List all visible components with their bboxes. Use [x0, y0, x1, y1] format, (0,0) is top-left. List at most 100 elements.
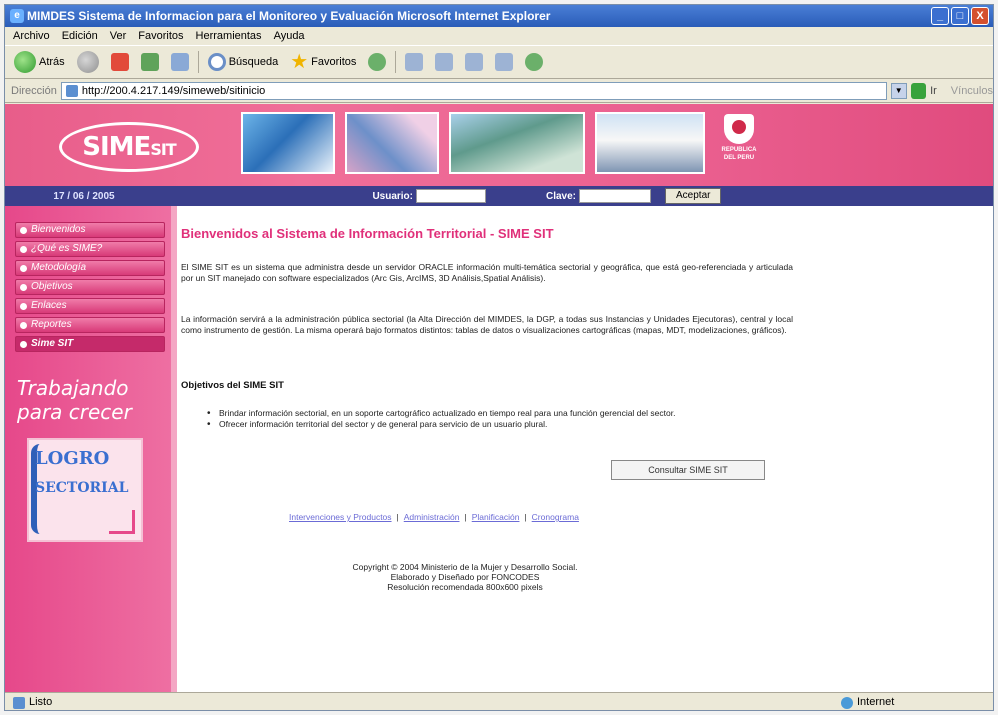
mail-button[interactable] — [402, 49, 426, 75]
status-text: Listo — [29, 696, 53, 708]
stop-button[interactable] — [108, 49, 132, 75]
toolbar-separator — [197, 51, 199, 73]
nav-label: ¿Qué es SIME? — [31, 243, 103, 254]
link-administracion[interactable]: Administración — [404, 512, 460, 522]
password-label: Clave: — [545, 190, 576, 202]
menu-ver[interactable]: Ver — [110, 27, 127, 45]
close-button[interactable]: X — [971, 7, 989, 25]
stairs-icon — [109, 510, 135, 534]
toolbar-separator — [395, 51, 397, 73]
crest-text: REPUBLICA DEL PERU — [721, 147, 757, 161]
user-input[interactable] — [416, 189, 486, 203]
nav-label: Metodología — [31, 262, 87, 273]
search-button[interactable]: Búsqueda — [205, 49, 282, 75]
logo-sub: SIT — [150, 140, 176, 159]
link-planificacion[interactable]: Planificación — [472, 512, 520, 522]
logro-line-2: SECTORIAL — [35, 480, 129, 496]
minimize-button[interactable]: _ — [931, 7, 949, 25]
sime-sit-logo: SIMESIT — [59, 122, 199, 172]
accept-button[interactable]: Aceptar — [665, 188, 722, 204]
menu-bar: Archivo Edición Ver Favoritos Herramient… — [5, 27, 993, 45]
menu-ayuda[interactable]: Ayuda — [274, 27, 305, 45]
nav-label: Enlaces — [31, 300, 67, 311]
user-label: Usuario: — [372, 190, 413, 202]
history-button[interactable] — [365, 49, 389, 75]
refresh-button[interactable] — [138, 49, 162, 75]
zone-text: Internet — [857, 696, 895, 708]
window-controls: _ □ X — [931, 7, 989, 25]
bullet-icon — [20, 283, 27, 291]
objective-item: Ofrecer información territorial del sect… — [207, 419, 767, 430]
bullet-icon — [20, 302, 27, 310]
back-label: Atrás — [39, 56, 65, 68]
main-content: Bienvenidos al Sistema de Información Te… — [181, 206, 981, 692]
copyright: Copyright © 2004 Ministerio de la Mujer … — [265, 562, 665, 592]
messenger-button[interactable] — [522, 49, 546, 75]
mail-icon — [405, 53, 424, 71]
messenger-icon — [525, 53, 544, 71]
folder-button[interactable] — [492, 49, 516, 75]
nav-bienvenidos[interactable]: Bienvenidos — [15, 222, 165, 238]
logro-line-1: LOGRO — [35, 448, 110, 469]
search-icon — [207, 53, 226, 71]
go-label[interactable]: Ir — [930, 85, 937, 97]
password-input[interactable] — [579, 189, 651, 203]
nav-label: Reportes — [31, 319, 72, 330]
logo-text: SIME — [82, 132, 151, 162]
banner-photo-building — [595, 112, 705, 174]
link-separator: | — [524, 512, 527, 522]
bullet-icon — [20, 264, 27, 272]
link-cronograma[interactable]: Cronograma — [532, 512, 579, 522]
home-icon — [170, 53, 189, 71]
peru-crest: REPUBLICA DEL PERU — [717, 114, 761, 174]
objectives-title: Objetivos del SIME SIT — [181, 380, 284, 391]
bullet-icon — [20, 245, 27, 253]
window-title: MIMDES Sistema de Informacion para el Mo… — [27, 9, 551, 23]
copyright-line-1: Copyright © 2004 Ministerio de la Mujer … — [352, 562, 578, 572]
print-button[interactable] — [432, 49, 456, 75]
menu-archivo[interactable]: Archivo — [13, 27, 50, 45]
menu-favoritos[interactable]: Favoritos — [138, 27, 183, 45]
menu-herramientas[interactable]: Herramientas — [196, 27, 262, 45]
menu-edicion[interactable]: Edición — [62, 27, 98, 45]
nav-metodologia[interactable]: Metodología — [15, 260, 165, 276]
folder-icon — [495, 53, 514, 71]
history-icon — [368, 53, 387, 71]
nav-label: Objetivos — [31, 281, 73, 292]
sidebar: Bienvenidos ¿Qué es SIME? Metodología Ob… — [5, 206, 177, 692]
nav-enlaces[interactable]: Enlaces — [15, 298, 165, 314]
slogan-line-1: Trabajando — [17, 376, 129, 400]
star-icon: ★ — [290, 51, 309, 73]
page-title: Bienvenidos al Sistema de Información Te… — [181, 226, 554, 241]
nav-que-es-sime[interactable]: ¿Qué es SIME? — [15, 241, 165, 257]
objective-item: Brindar información sectorial, en un sop… — [207, 408, 767, 419]
link-intervenciones[interactable]: Intervenciones y Productos — [289, 512, 392, 522]
toolbar: Atrás Búsqueda ★ Favoritos — [5, 45, 993, 79]
back-button[interactable]: Atrás — [11, 49, 68, 75]
nav-objetivos[interactable]: Objetivos — [15, 279, 165, 295]
login-bar: 17 / 06 / 2005 Usuario: Clave: Aceptar — [5, 186, 993, 206]
address-dropdown-icon[interactable]: ▼ — [890, 82, 907, 99]
status-zone: Internet — [841, 693, 895, 710]
crest-shield-icon — [724, 114, 754, 144]
objectives-list: Brindar información sectorial, en un sop… — [207, 408, 767, 430]
edit-button[interactable] — [462, 49, 486, 75]
links-label[interactable]: Vínculos — [951, 85, 993, 97]
link-separator: | — [464, 512, 467, 522]
address-url: http://200.4.217.149/simeweb/sitinicio — [81, 84, 266, 97]
intro-paragraph: El SIME SIT es un sistema que administra… — [181, 262, 793, 283]
consult-sime-sit-button[interactable]: Consultar SIME SIT — [611, 460, 765, 480]
browser-window: e MIMDES Sistema de Informacion para el … — [4, 4, 994, 711]
address-field[interactable]: http://200.4.217.149/simeweb/sitinicio — [60, 81, 887, 100]
slogan: Trabajando para crecer — [17, 376, 132, 424]
forward-arrow-icon — [76, 51, 99, 73]
page-icon — [65, 84, 78, 97]
maximize-button[interactable]: □ — [951, 7, 969, 25]
nav-sime-sit[interactable]: Sime SIT — [15, 336, 165, 352]
home-button[interactable] — [168, 49, 192, 75]
forward-button[interactable] — [74, 49, 102, 75]
favorites-button[interactable]: ★ Favoritos — [287, 49, 359, 75]
banner-photo-map — [241, 112, 335, 174]
nav-reportes[interactable]: Reportes — [15, 317, 165, 333]
go-arrow-icon[interactable] — [910, 82, 927, 99]
